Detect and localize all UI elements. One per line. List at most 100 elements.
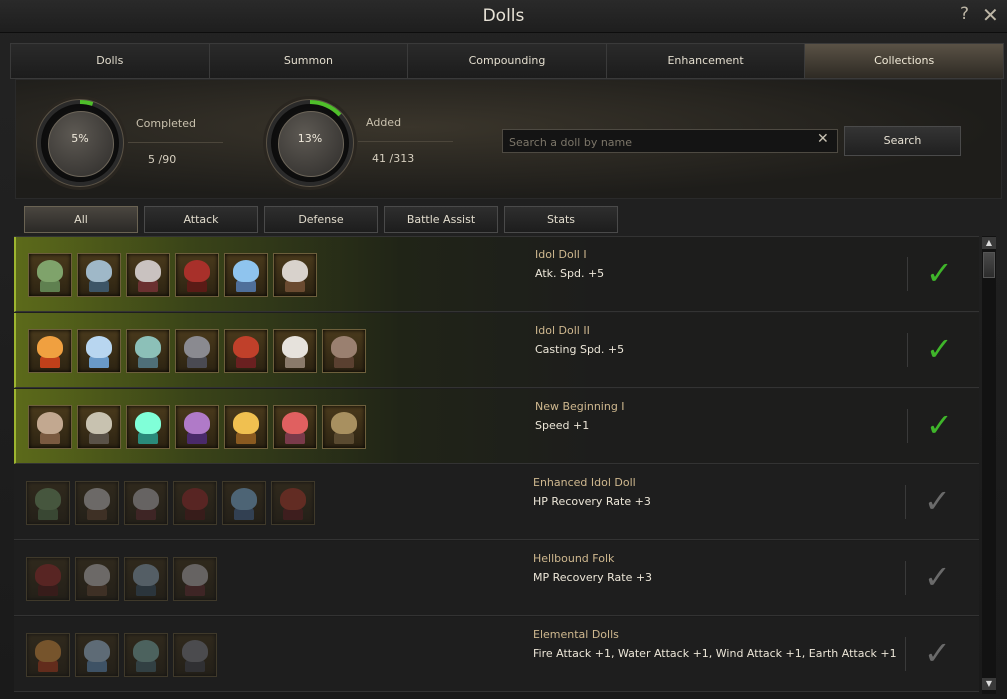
collection-effect: Casting Spd. +5 (535, 343, 625, 356)
golden-mask-doll-icon[interactable] (224, 405, 268, 449)
ice-ghost-doll-icon[interactable] (77, 253, 121, 297)
collection-name: Elemental Dolls (533, 628, 619, 641)
completed-check-icon: ✓ (926, 330, 953, 368)
row-divider (905, 637, 906, 671)
doll-face (184, 260, 210, 282)
red-demon-doll-icon[interactable] (173, 481, 217, 525)
frog-doll-icon[interactable] (28, 253, 72, 297)
earth-golem-doll-icon[interactable] (175, 329, 219, 373)
doll-face (231, 488, 257, 510)
red-demon-doll-icon[interactable] (26, 557, 70, 601)
completed-check-icon: ✓ (926, 406, 953, 444)
title-bar: Dolls ? ✕ (0, 0, 1007, 33)
pending-check-icon: ✓ (924, 634, 951, 672)
row-divider (907, 409, 908, 443)
doll-face (182, 488, 208, 510)
skeleton-doll-icon[interactable] (77, 405, 121, 449)
white-hair-knight-doll-icon[interactable] (273, 253, 317, 297)
water-spirit-doll-icon[interactable] (77, 329, 121, 373)
collection-row[interactable]: Hellbound Folk MP Recovery Rate +3 ✓ (14, 541, 979, 616)
tab-enhancement[interactable]: Enhancement (606, 44, 806, 78)
lizard-doll-icon[interactable] (322, 405, 366, 449)
scroll-down-arrow-icon[interactable]: ▼ (982, 678, 996, 690)
collection-name: Idol Doll II (535, 324, 590, 337)
doll-face (282, 336, 308, 358)
doll-face (182, 640, 208, 662)
crystal-orb-doll-icon[interactable] (126, 405, 170, 449)
grey-wraith-doll-icon[interactable] (124, 481, 168, 525)
clear-search-icon[interactable]: ✕ (817, 131, 829, 147)
completed-check-icon: ✓ (926, 254, 953, 292)
crystal-spirit-doll-icon[interactable] (222, 481, 266, 525)
row-divider (905, 561, 906, 595)
doll-face (282, 260, 308, 282)
water-spirit-doll-icon[interactable] (75, 633, 119, 677)
collection-row[interactable]: Idol Doll II Casting Spd. +5 ✓ (14, 313, 979, 388)
red-demon-doll-icon[interactable] (175, 253, 219, 297)
ice-ghost-doll-icon[interactable] (124, 557, 168, 601)
window-title: Dolls (482, 6, 525, 26)
doll-face (35, 640, 61, 662)
doll-face (84, 488, 110, 510)
collection-row[interactable]: New Beginning I Speed +1 ✓ (14, 389, 979, 464)
added-count: 41 /313 (372, 152, 415, 165)
dolls-window: Dolls ? ✕ Dolls Summon Compounding Enhan… (0, 0, 1007, 699)
collection-row[interactable]: Enhanced Idol Doll HP Recovery Rate +3 ✓ (14, 465, 979, 540)
red-hair-lady-doll-icon[interactable] (273, 405, 317, 449)
search-input[interactable] (507, 132, 811, 152)
filter-battle-assist[interactable]: Battle Assist (384, 206, 498, 233)
filter-stats[interactable]: Stats (504, 206, 618, 233)
scroll-thumb[interactable] (983, 252, 995, 278)
doll-face (84, 640, 110, 662)
scroll-up-arrow-icon[interactable]: ▲ (982, 237, 996, 249)
collection-row[interactable]: Elemental Dolls Fire Attack +1, Water Att… (14, 617, 979, 692)
main-tabs: Dolls Summon Compounding Enhancement Col… (10, 43, 1004, 79)
doll-face (86, 336, 112, 358)
frog-doll-icon[interactable] (26, 481, 70, 525)
tab-compounding[interactable]: Compounding (408, 44, 607, 78)
close-icon[interactable]: ✕ (982, 3, 999, 27)
pending-check-icon: ✓ (924, 558, 951, 596)
collection-name: Idol Doll I (535, 248, 587, 261)
search-button[interactable]: Search (844, 126, 961, 156)
wolf-beast-doll-icon[interactable] (322, 329, 366, 373)
tab-dolls[interactable]: Dolls (11, 44, 210, 78)
doll-face (331, 412, 357, 434)
collection-effect: Atk. Spd. +5 (535, 267, 605, 280)
tab-summon[interactable]: Summon (209, 44, 409, 78)
doll-face (135, 336, 161, 358)
doll-face (280, 488, 306, 510)
added-divider (358, 141, 453, 142)
row-divider (907, 333, 908, 367)
grey-wraith-doll-icon[interactable] (173, 557, 217, 601)
red-imp-doll-icon[interactable] (271, 481, 315, 525)
red-imp-doll-icon[interactable] (224, 329, 268, 373)
doll-face (84, 564, 110, 586)
filter-attack[interactable]: Attack (144, 206, 258, 233)
white-hair-knight-doll-icon[interactable] (75, 557, 119, 601)
collection-effect: Speed +1 (535, 419, 590, 432)
help-icon[interactable]: ? (960, 4, 969, 24)
collection-list[interactable]: Idol Doll I Atk. Spd. +5 ✓ Idol Doll II Cast… (14, 236, 979, 695)
fire-spirit-doll-icon[interactable] (28, 329, 72, 373)
tab-collections[interactable]: Collections (805, 44, 1003, 78)
doll-face (182, 564, 208, 586)
white-hair-elf-doll-icon[interactable] (273, 329, 317, 373)
crystal-spirit-doll-icon[interactable] (224, 253, 268, 297)
wind-spirit-doll-icon[interactable] (126, 329, 170, 373)
white-hair-knight-doll-icon[interactable] (75, 481, 119, 525)
earth-golem-doll-icon[interactable] (173, 633, 217, 677)
filter-all[interactable]: All (24, 206, 138, 233)
fire-spirit-doll-icon[interactable] (26, 633, 70, 677)
collection-row[interactable]: Idol Doll I Atk. Spd. +5 ✓ (14, 237, 979, 312)
doll-face (233, 336, 259, 358)
doll-face (37, 412, 63, 434)
wind-spirit-doll-icon[interactable] (124, 633, 168, 677)
witch-doll-icon[interactable] (175, 405, 219, 449)
added-percent: 13% (297, 132, 323, 145)
mummy-doll-icon[interactable] (28, 405, 72, 449)
grey-wraith-doll-icon[interactable] (126, 253, 170, 297)
scrollbar[interactable]: ▲ ▼ (982, 236, 996, 694)
filter-defense[interactable]: Defense (264, 206, 378, 233)
doll-face (133, 640, 159, 662)
